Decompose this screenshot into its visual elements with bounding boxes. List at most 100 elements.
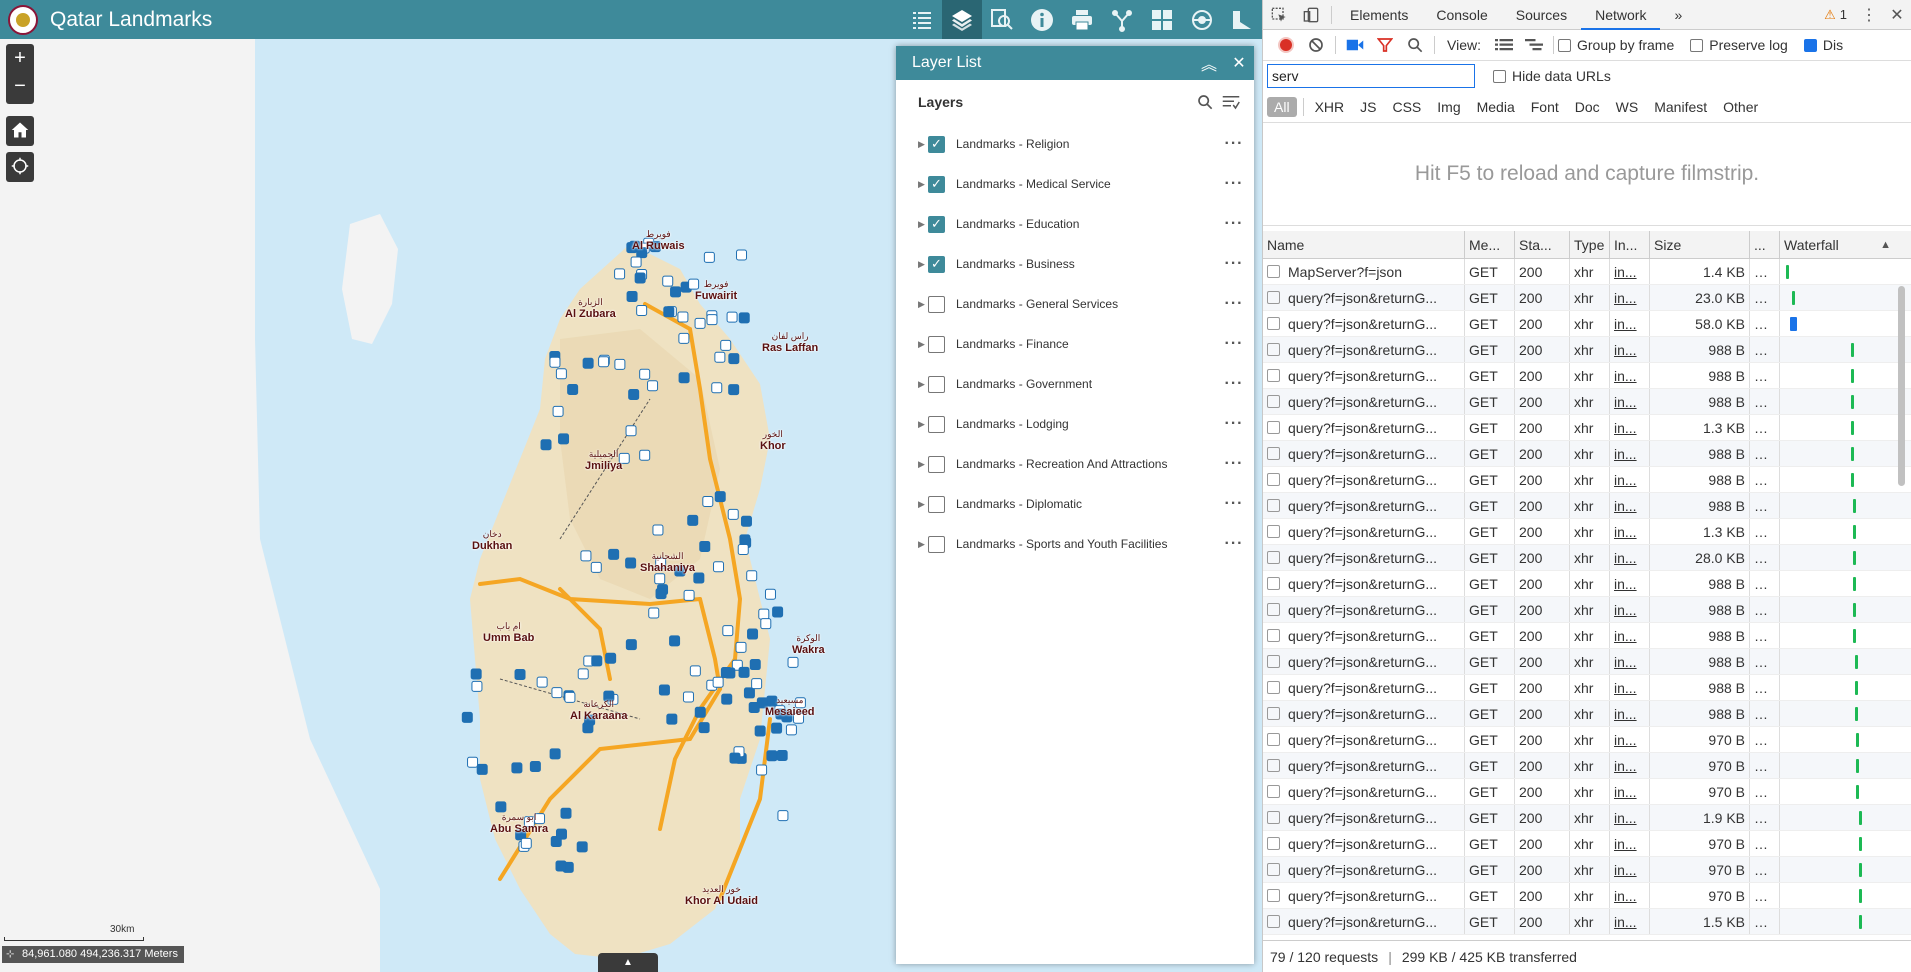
request-name-cell[interactable]: query?f=json&returnG... — [1263, 883, 1465, 908]
landmark-marker[interactable] — [713, 561, 725, 573]
request-row[interactable]: query?f=json&returnG... GET 200 xhr in... 988… — [1263, 363, 1911, 389]
type-filter-font[interactable]: Font — [1524, 97, 1566, 117]
more-tabs-button[interactable]: » — [1660, 0, 1696, 30]
initiator-link[interactable]: in... — [1610, 285, 1650, 310]
landmark-marker[interactable] — [669, 635, 681, 647]
landmark-marker[interactable] — [689, 665, 701, 677]
landmark-marker[interactable] — [714, 491, 726, 503]
landmark-marker[interactable] — [614, 268, 626, 280]
layer-item[interactable]: ▶ ✓ Landmarks - Business ··· — [896, 244, 1254, 284]
initiator-link[interactable]: in... — [1610, 883, 1650, 908]
expand-panel-tab[interactable]: ▲ — [598, 953, 658, 972]
landmark-marker[interactable] — [555, 828, 567, 840]
home-button[interactable] — [6, 116, 34, 146]
landmark-marker[interactable] — [756, 764, 768, 776]
request-row[interactable]: query?f=json&returnG... GET 200 xhr in... 988… — [1263, 675, 1911, 701]
layer-menu-icon[interactable]: ··· — [1214, 215, 1254, 233]
hide-data-urls-checkbox[interactable]: Hide data URLs — [1493, 68, 1611, 84]
landmark-marker[interactable] — [560, 807, 572, 819]
landmark-marker[interactable] — [736, 249, 748, 261]
request-name-cell[interactable]: query?f=json&returnG... — [1263, 831, 1465, 856]
landmark-marker[interactable] — [658, 684, 670, 696]
landmark-marker[interactable] — [625, 425, 637, 437]
request-name-cell[interactable]: query?f=json&returnG... — [1263, 441, 1465, 466]
request-row[interactable]: query?f=json&returnG... GET 200 xhr in... 988… — [1263, 389, 1911, 415]
zoom-in-button[interactable]: + — [6, 44, 34, 72]
initiator-link[interactable]: in... — [1610, 311, 1650, 336]
checkbox[interactable] — [1493, 69, 1506, 83]
layer-menu-icon[interactable]: ··· — [1214, 415, 1254, 433]
initiator-link[interactable]: in... — [1610, 649, 1650, 674]
request-row[interactable]: query?f=json&returnG... GET 200 xhr in... 988… — [1263, 649, 1911, 675]
request-name-cell[interactable]: query?f=json&returnG... — [1263, 493, 1465, 518]
layer-visibility-checkbox[interactable] — [928, 295, 945, 313]
landmark-marker[interactable] — [758, 608, 770, 620]
expand-icon[interactable]: ▶ — [918, 539, 928, 550]
request-row[interactable]: MapServer?f=json GET 200 xhr in... 1.4 KB… — [1263, 259, 1911, 285]
landmark-marker[interactable] — [582, 722, 594, 734]
my-location-button[interactable] — [6, 152, 34, 182]
landmark-marker[interactable] — [670, 286, 682, 298]
request-row[interactable]: query?f=json&returnG... GET 200 xhr in... 1.3… — [1263, 519, 1911, 545]
clear-button[interactable] — [1301, 37, 1331, 53]
expand-icon[interactable]: ▶ — [918, 339, 928, 350]
landmark-marker[interactable] — [737, 543, 749, 555]
initiator-link[interactable]: in... — [1610, 597, 1650, 622]
landmark-marker[interactable] — [722, 625, 734, 637]
request-row[interactable]: query?f=json&returnG... GET 200 xhr in... 58.… — [1263, 311, 1911, 337]
landmark-marker[interactable] — [625, 639, 637, 651]
landmark-marker[interactable] — [776, 749, 788, 761]
landmark-marker[interactable] — [720, 667, 732, 679]
landmark-marker[interactable] — [652, 524, 664, 536]
landmark-marker[interactable] — [663, 306, 675, 318]
landmark-marker[interactable] — [514, 669, 526, 681]
tab-console[interactable]: Console — [1422, 0, 1501, 30]
request-row[interactable]: query?f=json&returnG... GET 200 xhr in... 23.… — [1263, 285, 1911, 311]
layers-icon[interactable] — [942, 0, 982, 39]
layer-visibility-checkbox[interactable] — [928, 455, 945, 473]
request-row[interactable]: query?f=json&returnG... GET 200 xhr in... 988… — [1263, 337, 1911, 363]
expand-icon[interactable]: ▶ — [918, 139, 928, 150]
initiator-link[interactable]: in... — [1610, 675, 1650, 700]
overview-icon[interactable] — [1519, 38, 1549, 52]
landmark-marker[interactable] — [694, 706, 706, 718]
expand-icon[interactable]: ▶ — [918, 259, 928, 270]
landmark-marker[interactable] — [598, 356, 610, 368]
landmark-marker[interactable] — [738, 666, 750, 678]
landmark-marker[interactable] — [639, 449, 651, 461]
info-icon[interactable] — [1022, 0, 1062, 39]
landmark-marker[interactable] — [703, 251, 715, 263]
type-filter-doc[interactable]: Doc — [1568, 97, 1607, 117]
initiator-link[interactable]: in... — [1610, 857, 1650, 882]
layer-menu-icon[interactable]: ··· — [1214, 335, 1254, 353]
request-row[interactable]: query?f=json&returnG... GET 200 xhr in... 988… — [1263, 623, 1911, 649]
expand-icon[interactable]: ▶ — [918, 299, 928, 310]
zoom-out-button[interactable]: − — [6, 72, 34, 100]
request-name-cell[interactable]: query?f=json&returnG... — [1263, 623, 1465, 648]
column-type[interactable]: Type — [1570, 231, 1610, 258]
layer-item[interactable]: ▶ Landmarks - Finance ··· — [896, 324, 1254, 364]
basemap-icon[interactable] — [1182, 0, 1222, 39]
close-devtools-icon[interactable]: ✕ — [1883, 5, 1911, 25]
landmark-marker[interactable] — [549, 748, 561, 760]
initiator-link[interactable]: in... — [1610, 701, 1650, 726]
request-name-cell[interactable]: query?f=json&returnG... — [1263, 415, 1465, 440]
column-initiator[interactable]: In... — [1610, 231, 1650, 258]
print-icon[interactable] — [1062, 0, 1102, 39]
more-options-icon[interactable]: ⋮ — [1855, 5, 1883, 25]
request-row[interactable]: query?f=json&returnG... GET 200 xhr in... 970… — [1263, 831, 1911, 857]
landmark-marker[interactable] — [461, 711, 473, 723]
checkbox[interactable] — [1803, 38, 1817, 52]
request-row[interactable]: query?f=json&returnG... GET 200 xhr in... 970… — [1263, 779, 1911, 805]
landmark-marker[interactable] — [682, 691, 694, 703]
request-name-cell[interactable]: query?f=json&returnG... — [1263, 727, 1465, 752]
request-name-cell[interactable]: query?f=json&returnG... — [1263, 337, 1465, 362]
initiator-link[interactable]: in... — [1610, 571, 1650, 596]
initiator-link[interactable]: in... — [1610, 779, 1650, 804]
layer-menu-icon[interactable]: ··· — [1214, 535, 1254, 553]
initiator-link[interactable]: in... — [1610, 805, 1650, 830]
type-filter-manifest[interactable]: Manifest — [1647, 97, 1714, 117]
request-row[interactable]: query?f=json&returnG... GET 200 xhr in... 988… — [1263, 441, 1911, 467]
layer-item[interactable]: ▶ Landmarks - Diplomatic ··· — [896, 484, 1254, 524]
request-name-cell[interactable]: query?f=json&returnG... — [1263, 363, 1465, 388]
